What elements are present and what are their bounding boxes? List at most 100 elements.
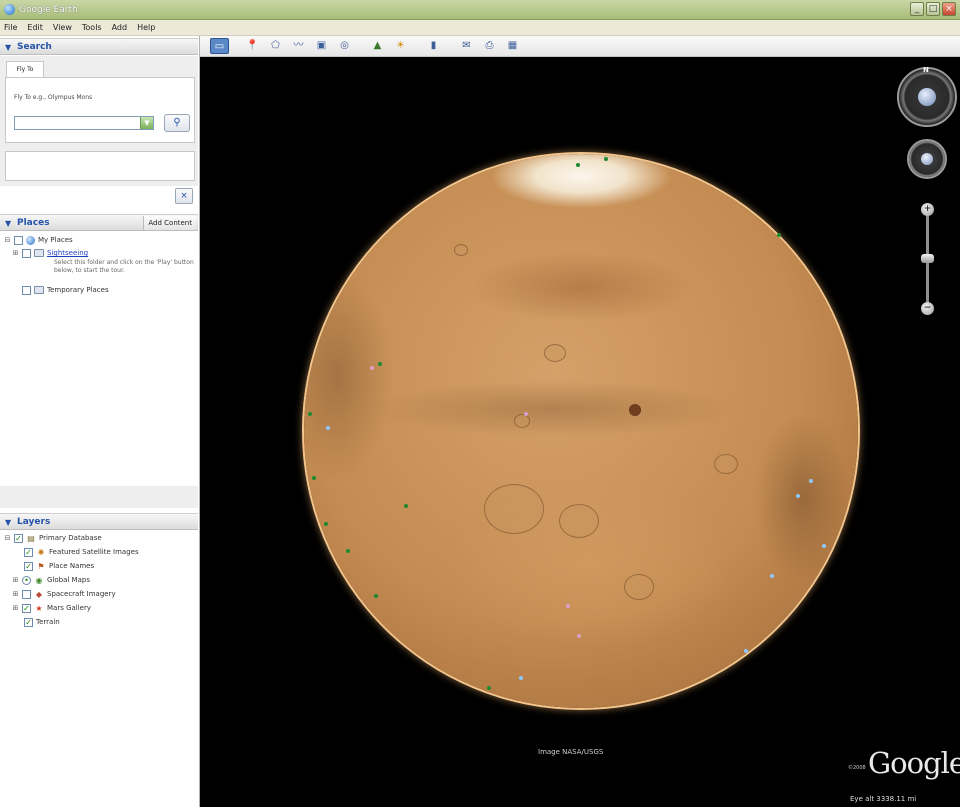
pan-icon[interactable]: [921, 153, 933, 165]
tree-item-sightseeing[interactable]: ⊞ Sightseeing: [12, 247, 88, 259]
placemark-dot[interactable]: [809, 479, 813, 483]
zoom-out-button[interactable]: −: [921, 302, 934, 315]
placemark-dot[interactable]: [370, 366, 374, 370]
add-polygon-button[interactable]: ⬠: [266, 38, 285, 54]
placemark-dot[interactable]: [378, 362, 382, 366]
panel-splitter[interactable]: [0, 486, 198, 508]
placemark-dot[interactable]: [487, 686, 491, 690]
checkbox[interactable]: ✓: [24, 547, 33, 557]
layer-spacecraft-imagery[interactable]: ⊞ ◆ Spacecraft Imagery: [12, 588, 116, 600]
maximize-button[interactable]: □: [926, 2, 940, 16]
crater: [714, 454, 738, 474]
placemark-dot[interactable]: [566, 604, 570, 608]
menu-edit[interactable]: Edit: [27, 23, 43, 32]
menu-file[interactable]: File: [4, 23, 17, 32]
record-tour-button[interactable]: ◎: [335, 38, 354, 54]
view-in-maps-button[interactable]: ▦: [503, 38, 522, 54]
minimize-button[interactable]: _: [910, 2, 924, 16]
collapse-arrow-icon[interactable]: ▼: [5, 219, 11, 228]
search-button[interactable]: ⚲: [164, 114, 190, 132]
fly-to-input[interactable]: [14, 116, 154, 130]
menu-view[interactable]: View: [53, 23, 72, 32]
placemark-dot[interactable]: [796, 494, 800, 498]
dropdown-arrow-icon[interactable]: ▼: [140, 117, 153, 129]
checkbox[interactable]: ✓: [14, 533, 23, 543]
zoom-slider-thumb[interactable]: [921, 254, 934, 263]
layer-global-maps[interactable]: ⊞ • ◉ Global Maps: [12, 574, 90, 586]
historical-imagery-button[interactable]: ▲: [368, 38, 387, 54]
sun-button[interactable]: ☀: [391, 38, 410, 54]
placemark-dot[interactable]: [777, 233, 781, 237]
placemark-dot[interactable]: [326, 426, 330, 430]
add-content-button[interactable]: Add Content: [143, 216, 196, 230]
layers-panel-title: Layers: [17, 517, 51, 527]
placemark-dot[interactable]: [519, 676, 523, 680]
move-control[interactable]: [907, 139, 947, 179]
add-image-overlay-button[interactable]: ▣: [312, 38, 331, 54]
checkbox[interactable]: [22, 248, 31, 258]
fly-to-box: Fly To e.g., Olympus Mons ▼ ⚲: [5, 77, 195, 143]
look-around-icon[interactable]: [918, 88, 936, 106]
layer-terrain[interactable]: ✓ Terrain: [14, 616, 60, 628]
zoom-in-button[interactable]: +: [921, 203, 934, 216]
search-panel-header[interactable]: ▼ Search: [0, 38, 198, 55]
placemark-dot[interactable]: [324, 522, 328, 526]
planet-switch-button[interactable]: ▮: [424, 38, 443, 54]
print-button[interactable]: ⎙: [480, 38, 499, 54]
checkbox[interactable]: ✓: [24, 561, 33, 571]
layer-mars-gallery[interactable]: ⊞ ✓ ★ Mars Gallery: [12, 602, 91, 614]
layer-place-names[interactable]: ✓ ⚑ Place Names: [14, 560, 94, 572]
checkbox[interactable]: ✓: [22, 603, 31, 613]
clear-search-button[interactable]: ×: [175, 188, 193, 204]
tree-item-my-places[interactable]: ⊟ My Places: [4, 234, 73, 246]
navigation-compass[interactable]: N: [897, 66, 957, 127]
add-placemark-button[interactable]: 📍: [243, 38, 262, 54]
placemark-dot[interactable]: [822, 544, 826, 548]
collapse-icon[interactable]: ⊟: [4, 236, 11, 244]
checkbox[interactable]: [22, 589, 31, 599]
add-path-button[interactable]: 〰: [289, 38, 308, 54]
placemark-dot[interactable]: [604, 157, 608, 161]
email-button[interactable]: ✉: [457, 38, 476, 54]
close-button[interactable]: ×: [942, 2, 956, 16]
places-panel-header[interactable]: ▼ Places Add Content: [0, 214, 198, 231]
placemark-dot[interactable]: [524, 412, 528, 416]
placemark-dot[interactable]: [308, 412, 312, 416]
map-viewport[interactable]: N + − Image NASA/USGS ©2008 Google Eye a…: [200, 57, 960, 807]
expand-icon[interactable]: ⊞: [12, 576, 19, 584]
placemark-dot[interactable]: [404, 504, 408, 508]
placemark-dot[interactable]: [744, 649, 748, 653]
mars-globe[interactable]: [304, 154, 858, 708]
menu-help[interactable]: Help: [137, 23, 155, 32]
tab-fly-to[interactable]: Fly To: [6, 61, 44, 77]
checkbox[interactable]: ✓: [24, 617, 33, 627]
spacecraft-icon: ◆: [35, 589, 43, 599]
image-overlay-icon: ▣: [316, 40, 327, 51]
record-tour-icon: ◎: [340, 40, 349, 51]
placemark-dot[interactable]: [312, 476, 316, 480]
expand-icon[interactable]: ⊞: [12, 249, 19, 257]
collapse-arrow-icon[interactable]: ▼: [5, 518, 11, 527]
layers-panel-header[interactable]: ▼ Layers: [0, 513, 198, 530]
crater: [544, 344, 566, 362]
checkbox[interactable]: [14, 235, 23, 245]
collapse-icon[interactable]: ⊟: [4, 534, 11, 542]
eye-altitude-readout: Eye alt 3338.11 mi: [850, 795, 917, 803]
radio[interactable]: •: [22, 575, 31, 585]
layer-primary-database[interactable]: ⊟ ✓ ▤ Primary Database: [4, 532, 102, 544]
placemark-dot[interactable]: [770, 574, 774, 578]
menu-tools[interactable]: Tools: [82, 23, 102, 32]
menu-add[interactable]: Add: [112, 23, 128, 32]
placemark-dot[interactable]: [577, 634, 581, 638]
layer-featured-satellite-images[interactable]: ✓ ✺ Featured Satellite Images: [14, 546, 139, 558]
tree-item-label[interactable]: Sightseeing: [47, 249, 88, 257]
checkbox[interactable]: [22, 285, 31, 295]
tree-item-temporary-places[interactable]: Temporary Places: [12, 284, 109, 296]
expand-icon[interactable]: ⊞: [12, 604, 19, 612]
collapse-arrow-icon[interactable]: ▼: [5, 43, 11, 52]
sidebar-toggle-button[interactable]: ▭: [210, 38, 229, 54]
placemark-dot[interactable]: [374, 594, 378, 598]
placemark-dot[interactable]: [576, 163, 580, 167]
placemark-dot[interactable]: [346, 549, 350, 553]
expand-icon[interactable]: ⊞: [12, 590, 19, 598]
